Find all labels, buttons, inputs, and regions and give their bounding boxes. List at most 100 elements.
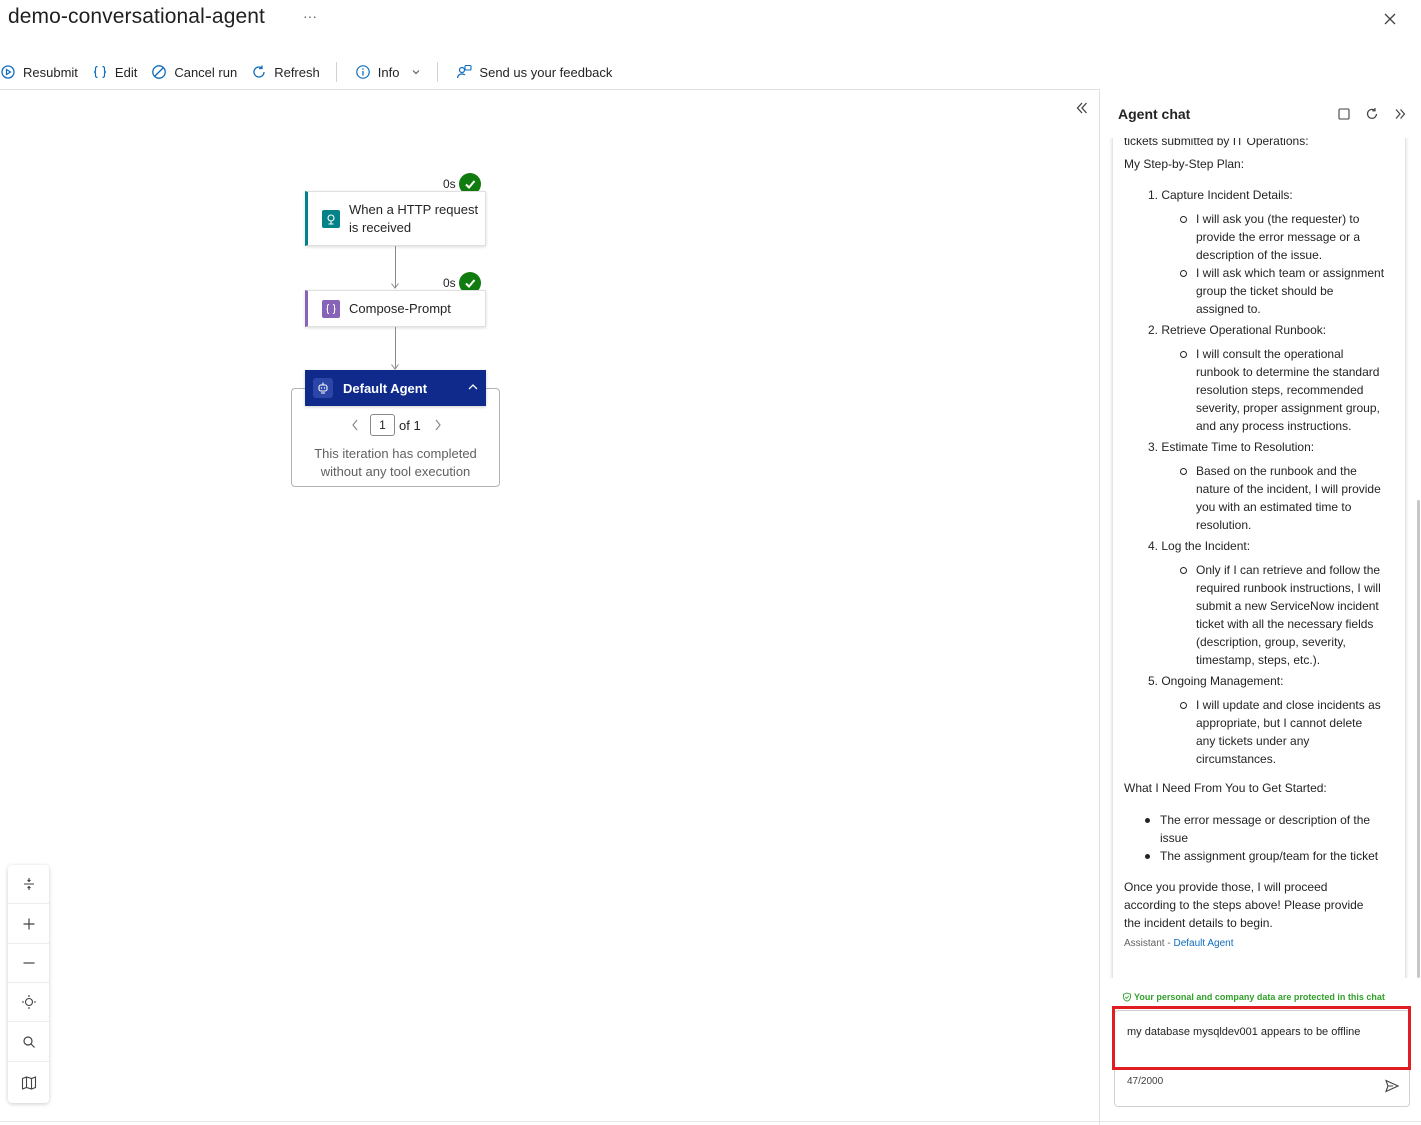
next-iteration-button[interactable]	[429, 415, 447, 435]
iteration-message-line2: without any tool execution	[320, 464, 471, 479]
http-duration: 0s	[443, 177, 456, 191]
refresh-label: Refresh	[274, 64, 320, 80]
http-trigger-label-line1: When a HTTP request	[349, 201, 479, 217]
iteration-total: of 1	[399, 417, 421, 433]
need-bullet: The assignment group/team for the ticket	[1145, 847, 1400, 865]
toolbar: Resubmit Edit Cancel run Refresh Info Se…	[0, 58, 626, 86]
refresh-chat-button[interactable]	[1364, 106, 1380, 122]
cancel-run-button[interactable]: Cancel run	[151, 64, 237, 80]
edit-button[interactable]: Edit	[92, 64, 137, 80]
author-link[interactable]: Default Agent	[1173, 938, 1233, 949]
bullet-line: ticket with all the necessary fields	[1196, 617, 1374, 631]
bullet-line: The error message or description of the	[1160, 813, 1371, 827]
default-agent-label: Default Agent	[343, 380, 428, 396]
center-icon	[21, 995, 36, 1009]
step-title: 4. Log the Incident:	[1148, 539, 1251, 553]
http-trigger-label-line2: is received	[349, 219, 412, 235]
chevron-double-right-icon	[1395, 109, 1406, 119]
bullet-line: I will ask you (the requester) to	[1196, 212, 1360, 226]
bullet-line: severity, proper assignment group,	[1196, 401, 1380, 415]
iteration-message: This iteration has completed without any…	[292, 445, 499, 481]
bullet-line: assigned to.	[1196, 302, 1261, 316]
chevron-double-left-icon	[1076, 102, 1087, 114]
toolbar-divider	[437, 62, 439, 82]
resubmit-button[interactable]: Resubmit	[0, 64, 78, 80]
connector-line	[395, 246, 396, 288]
step-bullet: Based on the runbook and the nature of t…	[1180, 462, 1396, 534]
fit-to-width-icon	[23, 878, 34, 890]
canvas-controls	[8, 865, 49, 1103]
chevron-up-icon[interactable]	[466, 380, 480, 394]
shield-check-icon	[1123, 992, 1131, 1002]
edit-label: Edit	[114, 64, 138, 80]
zoom-out-button[interactable]	[8, 944, 49, 983]
bullet-line: submit a new ServiceNow incident	[1196, 599, 1379, 613]
feedback-button[interactable]: Send us your feedback	[456, 64, 612, 80]
message-text: My Step-by-Step Plan:	[1124, 157, 1245, 171]
toolbar-divider-line	[0, 89, 1100, 90]
bullet-line: provide the error message or a	[1196, 230, 1361, 244]
http-trigger-node[interactable]: When a HTTP request is received	[305, 191, 486, 246]
more-options-button[interactable]: ···	[303, 8, 317, 24]
bullet-line: I will ask which team or assignment	[1196, 266, 1385, 280]
maximize-chat-button[interactable]	[1336, 106, 1352, 122]
minimap-button[interactable]	[8, 1063, 49, 1102]
resubmit-icon	[0, 64, 16, 80]
refresh-button[interactable]: Refresh	[251, 64, 320, 80]
info-button[interactable]: Info	[355, 64, 422, 80]
bullet-line: description of the issue.	[1196, 248, 1323, 262]
center-view-button[interactable]	[8, 983, 49, 1022]
bullet-line: issue	[1160, 831, 1189, 845]
compose-icon	[322, 299, 340, 318]
close-button[interactable]	[1380, 9, 1400, 29]
zoom-out-icon	[23, 962, 34, 964]
data-protection-text: Your personal and company data are prote…	[1134, 992, 1385, 1002]
toolbar-divider	[335, 62, 337, 82]
zoom-in-button[interactable]	[8, 905, 49, 944]
send-icon	[1385, 1079, 1400, 1093]
input-highlight-box	[1112, 1006, 1411, 1070]
compose-duration: 0s	[443, 276, 456, 290]
agent-icon	[313, 378, 333, 398]
chat-messages-scroll[interactable]: tickets submitted by IT Operations: My S…	[1099, 138, 1421, 978]
bullet-line: resolution steps, recommended	[1196, 383, 1364, 397]
search-canvas-button[interactable]	[8, 1023, 49, 1062]
collapse-chat-button[interactable]	[1392, 106, 1408, 122]
bullet-line: (description, group, severity,	[1196, 635, 1346, 649]
code-braces-icon	[92, 64, 108, 80]
author-prefix: Assistant -	[1124, 938, 1174, 949]
page-title: demo-conversational-agent	[8, 5, 265, 28]
cancel-run-label: Cancel run	[174, 64, 238, 80]
feedback-label: Send us your feedback	[479, 64, 613, 80]
iteration-input[interactable]: 1	[370, 414, 395, 436]
bullet-line: you with an estimated time to	[1196, 500, 1352, 514]
agent-chat-title: Agent chat	[1118, 106, 1191, 122]
message-text: tickets submitted by IT Operations:	[1124, 138, 1309, 148]
collapse-canvas-button[interactable]	[1074, 100, 1090, 116]
info-icon	[355, 64, 371, 80]
chevron-down-icon	[411, 67, 421, 77]
data-protection-notice: Your personal and company data are prote…	[1122, 992, 1385, 1002]
iteration-message-line1: This iteration has completed	[314, 446, 477, 461]
compose-prompt-node[interactable]: Compose-Prompt	[305, 290, 486, 327]
closing-line: Once you provide those, I will proceed	[1124, 880, 1328, 894]
bullet-line: circumstances.	[1196, 752, 1277, 766]
fit-width-button[interactable]	[8, 865, 49, 904]
step-bullet: I will update and close incidents as app…	[1180, 696, 1396, 768]
cancel-icon	[151, 64, 167, 80]
minimap-icon	[21, 1075, 36, 1090]
bullet-line: group the ticket should be	[1196, 284, 1334, 298]
app-root: demo-conversational-agent ··· Resubmit E…	[0, 0, 1421, 1125]
bullet-line: runbook to determine the standard	[1196, 365, 1380, 379]
message-text: What I Need From You to Get Started:	[1124, 781, 1327, 795]
bullet-line: Only if I can retrieve and follow the	[1196, 563, 1381, 577]
chat-scrollbar[interactable]	[1417, 500, 1420, 978]
connector-line	[395, 327, 396, 369]
iteration-pager: 1 of 1	[346, 414, 447, 436]
prev-iteration-button[interactable]	[346, 415, 364, 435]
default-agent-node[interactable]: Default Agent	[305, 370, 486, 406]
info-label: Info	[377, 64, 400, 80]
char-counter: 47/2000	[1127, 1076, 1164, 1087]
send-button[interactable]	[1383, 1077, 1401, 1095]
compose-prompt-label: Compose-Prompt	[349, 301, 451, 316]
